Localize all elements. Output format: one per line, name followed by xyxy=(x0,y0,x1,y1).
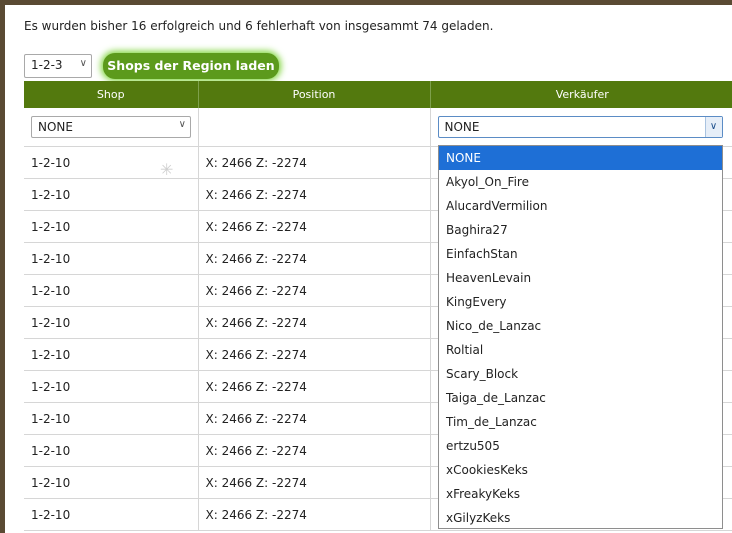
column-header-shop: Shop xyxy=(24,81,198,108)
seller-filter-select[interactable]: NONE ∨ xyxy=(437,116,723,138)
position-cell: X: 2466 Z: -2274 xyxy=(197,466,430,499)
shop-cell: 1-2-10 xyxy=(24,466,198,499)
load-shops-button[interactable]: Shops der Region laden xyxy=(103,53,279,79)
chevron-down-icon: ∨ xyxy=(178,119,186,130)
chevron-down-icon: ∨ xyxy=(704,117,722,137)
dropdown-option[interactable]: HeavenLevain xyxy=(439,266,722,290)
dropdown-option[interactable]: Akyol_On_Fire xyxy=(439,170,722,194)
position-cell: X: 2466 Z: -2274 xyxy=(197,434,430,467)
position-cell: X: 2466 Z: -2274 xyxy=(197,306,430,339)
shop-cell: 1-2-10 xyxy=(24,274,198,307)
dropdown-option[interactable]: Nico_de_Lanzac xyxy=(439,314,722,338)
position-cell: X: 2466 Z: -2274 xyxy=(197,338,430,371)
position-cell: X: 2466 Z: -2274 xyxy=(197,402,430,435)
dropdown-option[interactable]: Tim_de_Lanzac xyxy=(439,410,722,434)
shop-cell: 1-2-10 xyxy=(24,338,198,371)
shop-filter-value: NONE xyxy=(38,120,73,134)
region-select-value: 1-2-3 xyxy=(31,58,63,72)
dropdown-option[interactable]: Taiga_de_Lanzac xyxy=(439,386,722,410)
seller-dropdown-list: NONE Akyol_On_Fire AlucardVermilion Baghira… xyxy=(438,145,723,529)
filter-row: NONE ∨ NONE ∨ xyxy=(24,108,732,147)
column-header-seller: Verkäufer xyxy=(429,81,732,108)
position-filter-cell xyxy=(197,108,430,147)
position-cell: X: 2466 Z: -2274 xyxy=(197,146,430,179)
shop-cell: 1-2-10 xyxy=(24,242,198,275)
shop-cell: 1-2-10 xyxy=(24,402,198,435)
sparkle-icon: ✳ xyxy=(160,160,174,179)
shop-panel: Es wurden bisher 16 erfolgreich und 6 fe… xyxy=(5,5,732,533)
dropdown-option[interactable]: NONE xyxy=(439,146,722,170)
position-cell: X: 2466 Z: -2274 xyxy=(197,178,430,211)
position-cell: X: 2466 Z: -2274 xyxy=(197,274,430,307)
dropdown-option[interactable]: xCookiesKeks xyxy=(439,458,722,482)
seller-filter-value: NONE xyxy=(444,120,480,134)
position-cell: X: 2466 Z: -2274 xyxy=(197,498,430,531)
dropdown-option[interactable]: Roltial xyxy=(439,338,722,362)
shop-filter-select[interactable]: NONE ∨ xyxy=(31,116,191,138)
shop-cell: 1-2-10 xyxy=(24,178,198,211)
chevron-down-icon: ∨ xyxy=(79,58,87,69)
shop-cell: 1-2-10 xyxy=(24,306,198,339)
dropdown-option[interactable]: Scary_Block xyxy=(439,362,722,386)
shop-cell: 1-2-10 xyxy=(24,370,198,403)
shop-cell: 1-2-10 xyxy=(24,210,198,243)
table-header-row: Shop Position Verkäufer xyxy=(24,81,732,108)
dropdown-option[interactable]: AlucardVermilion xyxy=(439,194,722,218)
position-cell: X: 2466 Z: -2274 xyxy=(197,370,430,403)
dropdown-option[interactable]: ertzu505 xyxy=(439,434,722,458)
position-cell: X: 2466 Z: -2274 xyxy=(197,242,430,275)
status-text: Es wurden bisher 16 erfolgreich und 6 fe… xyxy=(24,19,494,33)
dropdown-option[interactable]: xFreakyKeks xyxy=(439,482,722,506)
dropdown-option[interactable]: KingEvery xyxy=(439,290,722,314)
dropdown-option[interactable]: Baghira27 xyxy=(439,218,722,242)
dropdown-option[interactable]: EinfachStan xyxy=(439,242,722,266)
position-cell: X: 2466 Z: -2274 xyxy=(197,210,430,243)
shop-cell: 1-2-10 xyxy=(24,498,198,531)
column-header-position: Position xyxy=(197,81,430,108)
dropdown-option[interactable]: xGilyzKeks xyxy=(439,506,722,530)
region-select[interactable]: 1-2-3 ∨ xyxy=(24,54,92,78)
shop-cell: 1-2-10 xyxy=(24,434,198,467)
